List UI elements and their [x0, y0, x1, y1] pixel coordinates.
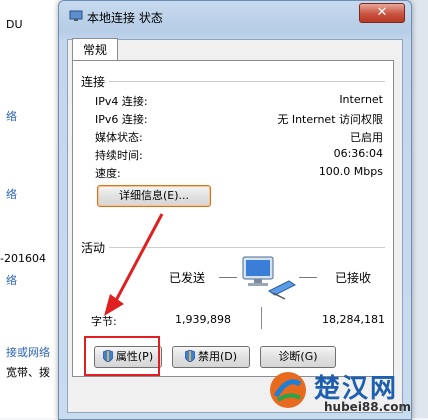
details-button[interactable]: 详细信息(E)... [97, 185, 211, 207]
background-link[interactable]: 络 [6, 108, 17, 124]
diagnose-button[interactable]: 诊断(G) [260, 346, 336, 368]
row-value: 100.0 Mbps [318, 165, 383, 178]
bytes-sent-value: 1,939,898 [175, 313, 231, 326]
shield-icon [184, 350, 195, 362]
tab-general[interactable]: 常规 [72, 38, 118, 61]
bytes-received-value: 18,284,181 [322, 313, 385, 326]
info-row-ipv6: IPv6 连接: 无 Internet 访问权限 [95, 111, 383, 127]
background-text: 宽带、拨 [6, 366, 50, 379]
disable-button-label: 禁用(D) [197, 350, 238, 363]
background-link[interactable]: 接或网络 [6, 344, 50, 360]
row-value: 无 Internet 访问权限 [277, 113, 383, 126]
row-value: 06:36:04 [333, 147, 383, 160]
row-value: 已启用 [350, 131, 383, 144]
row-label: 持续时间: [95, 149, 143, 162]
annotation-arrow [104, 213, 164, 316]
background-link[interactable]: 络 [6, 272, 17, 288]
row-label: 媒体状态: [95, 131, 143, 144]
background-text: DU [6, 18, 23, 31]
row-value: Internet [339, 93, 383, 106]
divider [109, 81, 385, 82]
connection-section-label: 连接 [81, 75, 106, 89]
close-icon: ✕ [376, 5, 388, 20]
background-link[interactable]: 络 [6, 186, 17, 202]
info-row-duration: 持续时间: 06:36:04 [95, 147, 383, 163]
received-label: 已接收 [335, 271, 372, 285]
row-label: IPv4 连接: [95, 95, 148, 108]
activity-divider [261, 307, 262, 329]
received-line [299, 277, 317, 278]
info-row-ipv4: IPv4 连接: Internet [95, 93, 383, 109]
title-bar[interactable]: 本地连接 状态 ✕ [59, 1, 411, 31]
network-icon [69, 10, 83, 21]
sent-label: 已发送 [169, 271, 206, 285]
info-row-media-state: 媒体状态: 已启用 [95, 129, 383, 145]
site-watermark: 楚汉网 hubei88.com [262, 366, 428, 418]
watermark-subtitle: hubei88.com [324, 400, 412, 414]
highlight-box [84, 336, 160, 376]
network-activity-icon [242, 256, 296, 300]
sent-line [219, 277, 237, 278]
info-row-speed: 速度: 100.0 Mbps [95, 165, 383, 181]
row-label: IPv6 连接: [95, 113, 148, 126]
watermark-logo-icon [270, 372, 306, 408]
close-button[interactable]: ✕ [359, 3, 405, 23]
disable-button[interactable]: 禁用(D) [172, 346, 250, 368]
row-label: 速度: [95, 167, 121, 180]
window-title: 本地连接 状态 [87, 11, 163, 25]
background-text: -201604 [0, 252, 46, 265]
